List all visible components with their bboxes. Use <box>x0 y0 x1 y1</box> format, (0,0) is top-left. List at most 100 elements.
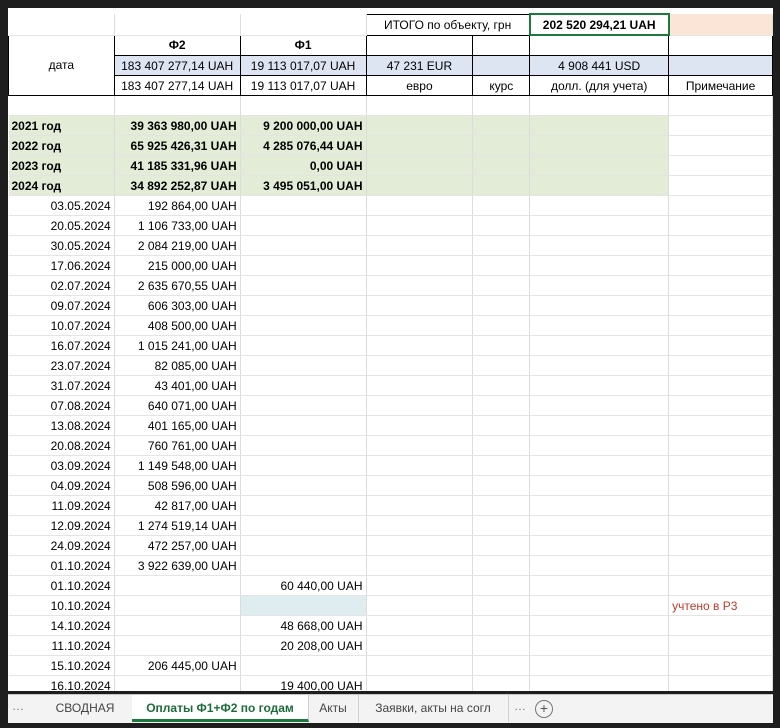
cell[interactable] <box>529 175 670 196</box>
cell[interactable] <box>472 95 531 116</box>
cell[interactable] <box>529 655 670 676</box>
cell[interactable] <box>472 655 531 676</box>
row-f1[interactable] <box>240 495 367 516</box>
cell[interactable] <box>472 315 531 336</box>
row-f1[interactable]: 20 208,00 UAH <box>240 635 367 656</box>
f1-total-b[interactable]: 19 113 017,07 UAH <box>239 75 367 96</box>
cell[interactable] <box>8 14 115 36</box>
row-date[interactable]: 10.10.2024 <box>8 595 115 616</box>
cell[interactable] <box>529 495 670 516</box>
cell[interactable] <box>366 235 474 256</box>
cell[interactable] <box>472 435 531 456</box>
cell[interactable] <box>365 34 474 56</box>
year-f1[interactable]: 4 285 076,44 UAH <box>240 135 367 156</box>
year-label[interactable]: 2024 год <box>8 175 115 196</box>
cell[interactable] <box>668 155 773 176</box>
cell[interactable] <box>366 575 474 596</box>
cell[interactable] <box>472 235 531 256</box>
row-date[interactable]: 24.09.2024 <box>8 535 115 556</box>
cell[interactable] <box>366 135 474 156</box>
row-f2[interactable]: 640 071,00 UAH <box>114 395 241 416</box>
cell[interactable] <box>472 215 531 236</box>
row-f2[interactable] <box>114 595 241 616</box>
row-f1[interactable] <box>240 215 367 236</box>
row-note[interactable] <box>668 355 773 376</box>
date-header[interactable]: дата <box>8 34 115 96</box>
cell[interactable] <box>472 595 531 616</box>
cell[interactable] <box>529 375 670 396</box>
year-f2[interactable]: 41 185 331,96 UAH <box>114 155 241 176</box>
cell[interactable] <box>529 535 670 556</box>
cell[interactable] <box>529 275 670 296</box>
row-date[interactable]: 16.07.2024 <box>8 335 115 356</box>
cell[interactable] <box>529 235 670 256</box>
row-note[interactable] <box>668 195 773 216</box>
cell[interactable] <box>529 455 670 476</box>
cell[interactable] <box>472 475 531 496</box>
row-f1[interactable] <box>240 595 367 616</box>
more-tabs-right-icon[interactable]: … <box>514 699 526 713</box>
year-f2[interactable]: 65 925 426,31 UAH <box>114 135 241 156</box>
cell[interactable] <box>472 275 531 296</box>
row-date[interactable]: 11.10.2024 <box>8 635 115 656</box>
cell[interactable] <box>472 115 531 136</box>
row-date[interactable]: 20.05.2024 <box>8 215 115 236</box>
cell[interactable] <box>366 415 474 436</box>
cell[interactable] <box>366 475 474 496</box>
row-f2[interactable]: 760 761,00 UAH <box>114 435 241 456</box>
row-f2[interactable] <box>114 615 241 636</box>
cell[interactable] <box>472 555 531 576</box>
row-f1[interactable] <box>240 375 367 396</box>
row-note[interactable] <box>668 575 773 596</box>
row-note[interactable] <box>668 455 773 476</box>
row-f2[interactable]: 1 106 733,00 UAH <box>114 215 241 236</box>
cell[interactable] <box>472 395 531 416</box>
year-f1[interactable]: 9 200 000,00 UAH <box>240 115 367 136</box>
row-f2[interactable]: 82 085,00 UAH <box>114 355 241 376</box>
row-note[interactable] <box>668 275 773 296</box>
cell[interactable] <box>366 375 474 396</box>
cell[interactable] <box>472 535 531 556</box>
year-f2[interactable]: 34 892 252,87 UAH <box>114 175 241 196</box>
cell[interactable] <box>472 195 531 216</box>
rate-header[interactable]: курс <box>472 75 531 96</box>
cell[interactable] <box>366 295 474 316</box>
row-date[interactable]: 02.07.2024 <box>8 275 115 296</box>
cell[interactable] <box>366 455 474 476</box>
row-f1[interactable] <box>240 415 367 436</box>
year-f2[interactable]: 39 363 980,00 UAH <box>114 115 241 136</box>
row-date[interactable]: 13.08.2024 <box>8 415 115 436</box>
row-note[interactable] <box>668 235 773 256</box>
cell[interactable] <box>668 115 773 136</box>
cell[interactable] <box>472 455 531 476</box>
cell[interactable] <box>8 95 115 116</box>
row-f1[interactable] <box>240 195 367 216</box>
row-f1[interactable] <box>240 535 367 556</box>
cell[interactable] <box>529 575 670 596</box>
row-note[interactable] <box>668 555 773 576</box>
cell[interactable] <box>366 615 474 636</box>
cell[interactable] <box>668 14 773 36</box>
cell[interactable] <box>529 415 670 436</box>
row-note[interactable] <box>668 335 773 356</box>
year-label[interactable]: 2022 год <box>8 135 115 156</box>
row-f1[interactable] <box>240 275 367 296</box>
cell[interactable] <box>529 155 670 176</box>
row-f1[interactable]: 48 668,00 UAH <box>240 615 367 636</box>
cell[interactable] <box>472 155 531 176</box>
row-date[interactable]: 17.06.2024 <box>8 255 115 276</box>
cell[interactable] <box>366 275 474 296</box>
cell[interactable] <box>472 615 531 636</box>
cell[interactable] <box>366 195 474 216</box>
row-date[interactable]: 01.10.2024 <box>8 555 115 576</box>
cell[interactable] <box>366 435 474 456</box>
cell[interactable] <box>472 175 531 196</box>
cell[interactable] <box>668 175 773 196</box>
cell[interactable] <box>529 315 670 336</box>
cell[interactable] <box>366 355 474 376</box>
row-date[interactable]: 20.08.2024 <box>8 435 115 456</box>
year-label[interactable]: 2021 год <box>8 115 115 136</box>
cell[interactable] <box>529 95 670 116</box>
cell[interactable] <box>366 95 474 116</box>
row-f2[interactable]: 408 500,00 UAH <box>114 315 241 336</box>
